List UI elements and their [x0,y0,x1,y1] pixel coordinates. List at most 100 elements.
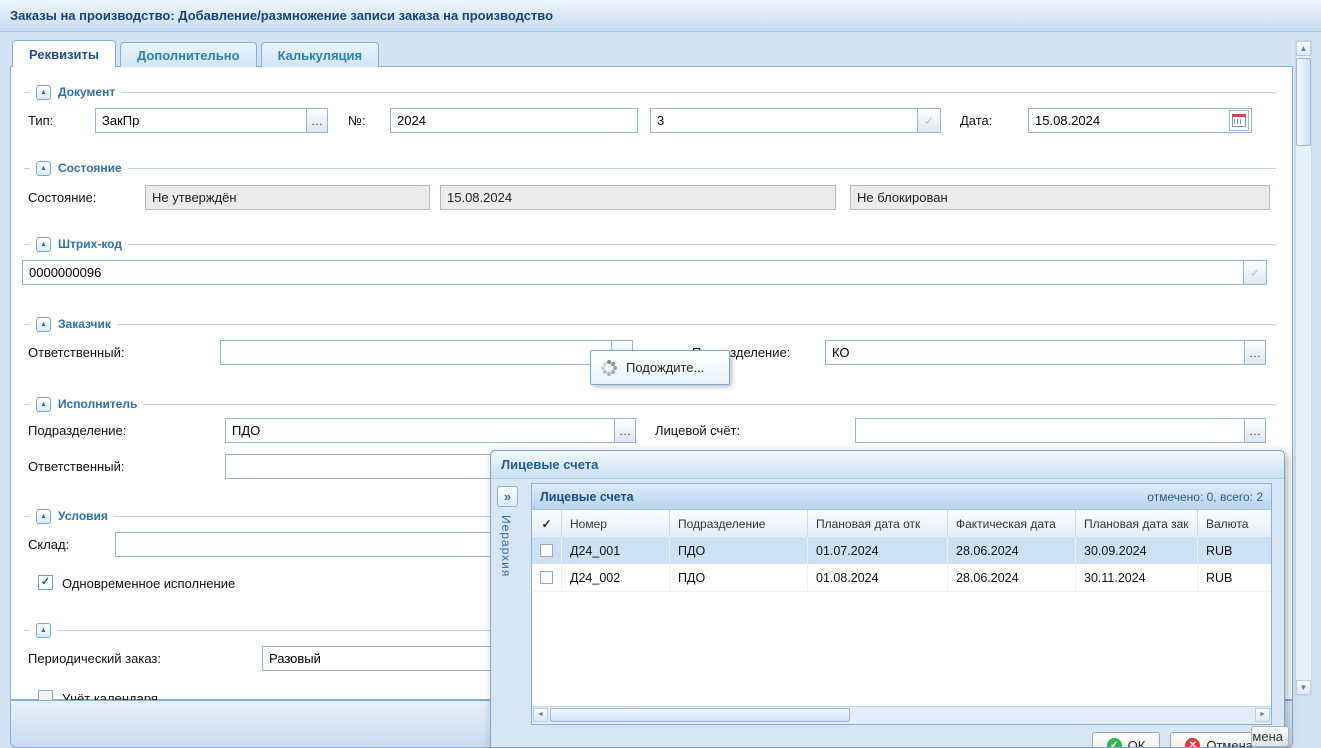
apply-check-icon: ✓ [924,114,934,128]
column-currency[interactable]: Валюта [1198,510,1265,537]
form-cancel-button[interactable]: Отмена [1251,726,1289,747]
ok-label: ОК [1128,738,1146,748]
calendar-icon [1232,114,1246,127]
collapse-icon[interactable]: ▲ [36,397,51,412]
collapse-icon[interactable]: ▲ [36,317,51,332]
column-division[interactable]: Подразделение [670,510,808,537]
scrollbar-thumb[interactable] [1296,58,1311,146]
tab-bar: Реквизиты Дополнительно Калькуляция [12,40,379,67]
customer-division-lookup-button[interactable]: … [1244,340,1266,365]
doc-year-field[interactable] [390,108,638,133]
tab-dopolnitelno[interactable]: Дополнительно [120,42,257,67]
section-document-header: ▲ Документ [24,84,1276,100]
grid-hscrollbar[interactable]: ◄ ► [532,706,1271,724]
cell-plan-close: 30.09.2024 [1076,537,1198,564]
collapse-icon[interactable]: ▲ [36,623,51,638]
doc-type-lookup-button[interactable]: … [306,108,328,133]
divider [24,404,1276,405]
cell-currency: RUB [1198,537,1265,564]
hierarchy-tab[interactable]: Иерархия [499,515,513,577]
divider [24,168,1276,169]
divider [24,324,1276,325]
ellipsis-icon: … [619,424,631,438]
dialog-titlebar: Лицевые счета [491,451,1284,479]
executor-account-field[interactable] [855,418,1245,443]
row-checkbox[interactable] [540,571,553,584]
main-scrollbar[interactable]: ▲ ▼ [1295,40,1312,696]
hierarchy-expand-icon[interactable]: » [497,486,518,507]
date-label: Дата: [960,108,992,133]
column-check[interactable]: ✓ [532,510,562,537]
section-title: Заказчик [58,317,111,331]
ellipsis-icon: … [1249,346,1261,360]
customer-responsible-field[interactable] [220,340,612,365]
doc-type-field[interactable] [95,108,307,133]
cell-plan-open: 01.07.2024 [808,537,948,564]
app-window: Заказы на производство: Добавление/размн… [0,0,1321,748]
column-plan-close[interactable]: Плановая дата зак [1076,510,1198,537]
section-barcode-header: ▲ Штрих-код [24,236,1276,252]
doc-number-apply-button[interactable]: ✓ [917,108,941,133]
hscrollbar-thumb[interactable] [550,708,850,722]
tab-rekvizity[interactable]: Реквизиты [12,40,116,67]
simultaneous-checkbox[interactable]: ✓ [38,575,53,590]
warehouse-label: Склад: [28,532,69,557]
section-title: Условия [58,509,108,523]
doc-number-field[interactable] [650,108,918,133]
collapse-icon[interactable]: ▲ [36,85,51,100]
scroll-left-icon[interactable]: ◄ [533,708,548,722]
tab-label: Реквизиты [29,47,99,62]
executor-account-label: Лицевой счёт: [655,418,740,443]
header-check-icon: ✓ [541,517,551,531]
simultaneous-label: Одновременное исполнение [62,571,235,596]
collapse-icon[interactable]: ▲ [36,161,51,176]
apply-check-icon: ✓ [1250,266,1260,280]
section-state-header: ▲ Состояние [24,160,1276,176]
section-title: Состояние [58,161,122,175]
customer-division-field[interactable] [825,340,1245,365]
scroll-up-icon[interactable]: ▲ [1296,41,1311,56]
executor-account-lookup-button[interactable]: … [1244,418,1266,443]
row-checkbox[interactable] [540,544,553,557]
barcode-field[interactable] [22,260,1244,285]
collapse-icon[interactable]: ▲ [36,509,51,524]
form-cancel-label: Отмена [1251,729,1283,744]
spinner-icon [601,360,617,376]
executor-division-field[interactable] [225,418,615,443]
section-customer-header: ▲ Заказчик [24,316,1276,332]
divider [24,92,1276,93]
date-picker-button[interactable] [1229,110,1249,131]
wait-popup: Подождите... [590,350,730,385]
column-number[interactable]: Номер [562,510,670,537]
executor-division-lookup-button[interactable]: … [614,418,636,443]
periodic-field[interactable] [262,646,522,671]
cancel-icon: ✕ [1185,738,1200,748]
cell-plan-close: 30.11.2024 [1076,564,1198,591]
cell-number: Д24_001 [562,537,670,564]
ellipsis-icon: … [1249,424,1261,438]
ellipsis-icon: … [311,114,323,128]
state-label: Состояние: [28,185,96,210]
divider [24,244,1276,245]
account-row[interactable]: Д24_002 ПДО 01.08.2024 28.06.2024 30.11.… [532,564,1271,592]
grid-caption: Лицевые счета отмечено: 0, всего: 2 [532,484,1271,510]
check-icon: ✓ [41,576,50,588]
state-block-field [850,185,1270,210]
ok-button[interactable]: ✓ ОК [1092,732,1161,748]
column-plan-open[interactable]: Плановая дата отк [808,510,948,537]
cancel-label: Отмена [1206,738,1253,748]
collapse-icon[interactable]: ▲ [36,237,51,252]
account-row[interactable]: Д24_001 ПДО 01.07.2024 28.06.2024 30.09.… [532,537,1271,564]
window-title: Заказы на производство: Добавление/размн… [10,8,553,23]
grid-counter: отмечено: 0, всего: 2 [1147,490,1263,504]
barcode-apply-button[interactable]: ✓ [1243,260,1267,285]
tab-label: Дополнительно [137,48,240,63]
scroll-down-icon[interactable]: ▼ [1296,680,1311,695]
column-fact-date[interactable]: Фактическая дата [948,510,1076,537]
executor-responsible-label: Ответственный: [28,454,124,479]
section-title: Штрих-код [58,237,122,251]
grid-header-row: ✓ Номер Подразделение Плановая дата отк … [532,510,1271,538]
doc-date-field[interactable] [1028,108,1252,133]
tab-kalkulyaciya[interactable]: Калькуляция [261,42,380,67]
scroll-right-icon[interactable]: ► [1255,708,1270,722]
